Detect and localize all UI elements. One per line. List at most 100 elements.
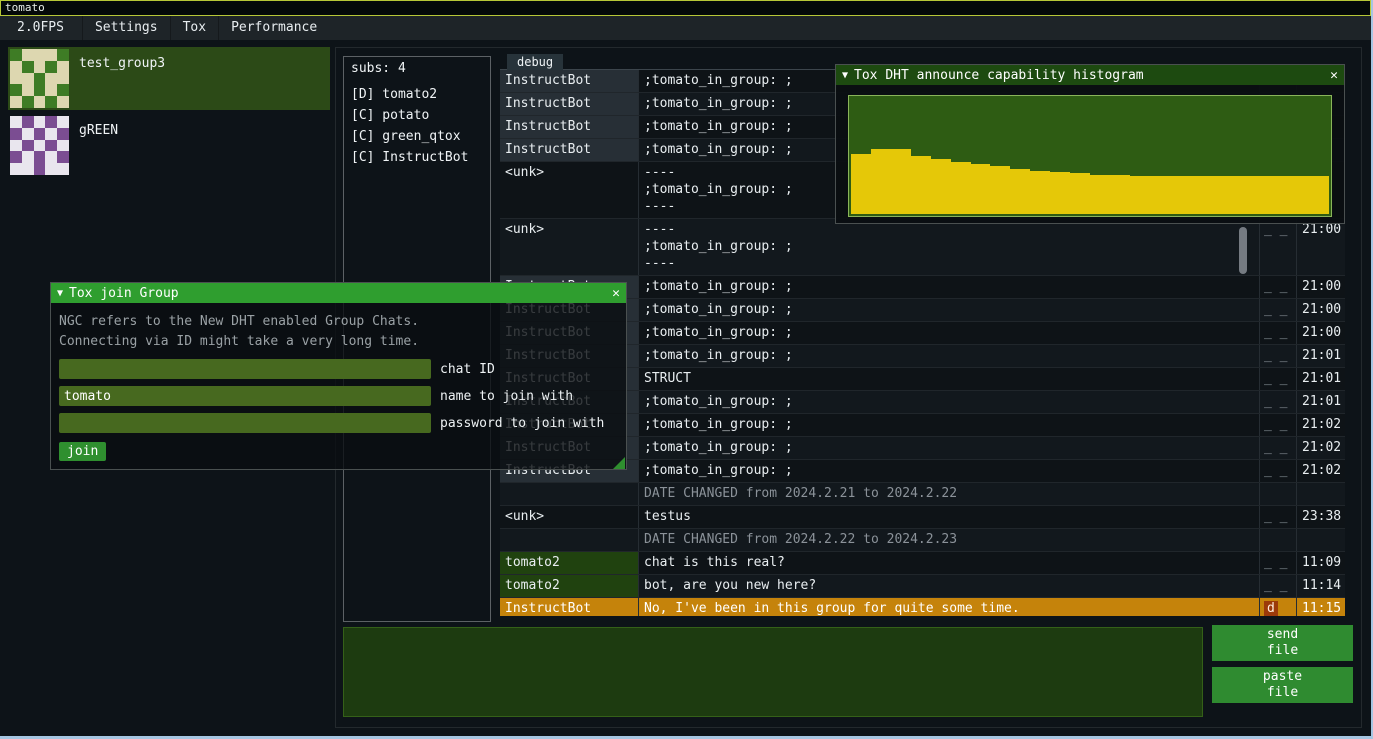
histogram-bar <box>1010 169 1030 214</box>
chat-sender <box>500 529 638 551</box>
chat-row[interactable]: tomato2bot, are you new here?_ _11:14 <box>500 575 1345 598</box>
chat-flags: _ _ <box>1259 322 1296 344</box>
chat-flags: _ _ <box>1259 437 1296 459</box>
group-item-green[interactable]: gREEN <box>8 114 330 177</box>
chat-message: DATE CHANGED from 2024.2.21 to 2024.2.22 <box>638 483 1259 505</box>
menu-item-tox[interactable]: Tox <box>170 16 218 40</box>
histogram-bars <box>851 98 1329 214</box>
hist-window-titlebar[interactable]: ▼ Tox DHT announce capability histogram … <box>836 65 1344 85</box>
join-button[interactable]: join <box>59 442 106 461</box>
chat-sender: InstructBot <box>500 70 638 92</box>
tab-debug[interactable]: debug <box>507 54 563 70</box>
chat-timestamp: 21:01 <box>1296 391 1345 413</box>
chat-id-input[interactable] <box>59 359 431 379</box>
chat-message: No, I've been in this group for quite so… <box>638 598 1259 616</box>
chat-message: ;tomato_in_group: ; <box>638 299 1259 321</box>
chat-row[interactable]: DATE CHANGED from 2024.2.21 to 2024.2.22 <box>500 483 1345 506</box>
histogram-bar <box>990 166 1010 214</box>
chat-flags <box>1259 529 1296 551</box>
histogram-bar <box>1130 176 1150 214</box>
chat-message: ;tomato_in_group: ; <box>638 414 1259 436</box>
chat-timestamp: 21:02 <box>1296 437 1345 459</box>
delivered-flag: d <box>1264 601 1278 616</box>
subs-member-d-tomato2[interactable]: [D] tomato2 <box>344 84 490 105</box>
close-icon[interactable]: ✕ <box>1330 68 1338 83</box>
chat-sender: <unk> <box>500 506 638 528</box>
paste-file-button[interactable]: paste file <box>1212 667 1353 703</box>
histogram-bar <box>931 159 951 214</box>
chat-timestamp: 21:00 <box>1296 299 1345 321</box>
send-file-button[interactable]: send file <box>1212 625 1353 661</box>
chat-row[interactable]: InstructBotNo, I've been in this group f… <box>500 598 1345 616</box>
histogram-bar <box>951 162 971 214</box>
histogram-bar <box>1170 176 1190 214</box>
chat-sender: tomato2 <box>500 575 638 597</box>
chat-flags: _ _ <box>1259 391 1296 413</box>
collapse-icon[interactable]: ▼ <box>842 70 848 81</box>
chat-row[interactable]: tomato2chat is this real?_ _11:09 <box>500 552 1345 575</box>
chat-timestamp: 21:02 <box>1296 460 1345 482</box>
chat-message: ;tomato_in_group: ; <box>638 460 1259 482</box>
histogram-bar <box>1070 173 1090 214</box>
group-avatar-icon <box>10 49 69 108</box>
join-group-window: ▼ Tox join Group ✕ NGC refers to the New… <box>50 282 627 470</box>
menu-item-2-0fps: 2.0FPS <box>5 16 76 40</box>
histogram-window: ▼ Tox DHT announce capability histogram … <box>835 64 1345 224</box>
chat-flags: _ _ <box>1259 460 1296 482</box>
histogram-bar <box>1249 176 1269 214</box>
join-password-input[interactable] <box>59 413 431 433</box>
chat-sender: <unk> <box>500 162 638 218</box>
menu-item-performance[interactable]: Performance <box>218 16 329 40</box>
field-label: chat ID <box>440 362 495 377</box>
chat-message: chat is this real? <box>638 552 1259 574</box>
chat-flags: _ _ <box>1259 414 1296 436</box>
collapse-icon[interactable]: ▼ <box>57 288 63 299</box>
chat-timestamp: 21:01 <box>1296 368 1345 390</box>
chat-row[interactable]: DATE CHANGED from 2024.2.22 to 2024.2.23 <box>500 529 1345 552</box>
chat-timestamp <box>1296 529 1345 551</box>
hist-window-title: Tox DHT announce capability histogram <box>854 68 1324 83</box>
histogram-bar <box>1230 176 1250 214</box>
chat-timestamp: 21:02 <box>1296 414 1345 436</box>
join-window-body: NGC refers to the New DHT enabled Group … <box>51 303 626 470</box>
menu-item-settings[interactable]: Settings <box>82 16 170 40</box>
chat-timestamp: 23:38 <box>1296 506 1345 528</box>
chat-flags: _ _ <box>1259 368 1296 390</box>
subs-member-c-instructbot[interactable]: [C] InstructBot <box>344 147 490 168</box>
chat-flags: _ _ <box>1259 345 1296 367</box>
chat-sender: InstructBot <box>500 139 638 161</box>
chat-message: DATE CHANGED from 2024.2.22 to 2024.2.23 <box>638 529 1259 551</box>
chat-timestamp <box>1296 483 1345 505</box>
chat-flags: _ _ <box>1259 552 1296 574</box>
group-name: gREEN <box>79 123 118 175</box>
chat-message: bot, are you new here? <box>638 575 1259 597</box>
field-label: name to join with <box>440 389 573 404</box>
histogram-bar <box>911 156 931 214</box>
subs-member-c-green-qtox[interactable]: [C] green_qtox <box>344 126 490 147</box>
chat-row[interactable]: <unk>testus_ _23:38 <box>500 506 1345 529</box>
chat-scrollbar[interactable] <box>1239 227 1247 274</box>
window-title: tomato <box>5 1 45 14</box>
histogram-bar <box>891 149 911 214</box>
join-info: NGC refers to the New DHT enabled Group … <box>59 312 618 352</box>
chat-flags: _ _ <box>1259 575 1296 597</box>
chat-row[interactable]: <unk>---- ;tomato_in_group: ; ----_ _21:… <box>500 219 1345 276</box>
chat-flags: _ _ <box>1259 276 1296 298</box>
chat-message: ;tomato_in_group: ; <box>638 391 1259 413</box>
group-item-test-group3[interactable]: test_group3 <box>8 47 330 110</box>
chat-timestamp: 11:15 <box>1296 598 1345 616</box>
join-window-title: Tox join Group <box>69 286 606 301</box>
join-name-input[interactable] <box>59 386 431 406</box>
chat-timestamp: 11:09 <box>1296 552 1345 574</box>
close-icon[interactable]: ✕ <box>612 286 620 301</box>
chat-message: ;tomato_in_group: ; <box>638 276 1259 298</box>
chat-timestamp: 21:00 <box>1296 322 1345 344</box>
histogram-bar <box>1190 176 1210 214</box>
message-input[interactable] <box>343 627 1203 717</box>
join-window-titlebar[interactable]: ▼ Tox join Group ✕ <box>51 283 626 303</box>
chat-timestamp: 21:00 <box>1296 219 1345 275</box>
histogram-bar <box>1030 171 1050 214</box>
subs-member-c-potato[interactable]: [C] potato <box>344 105 490 126</box>
resize-grip-icon[interactable] <box>613 457 625 469</box>
group-avatar-icon <box>10 116 69 175</box>
